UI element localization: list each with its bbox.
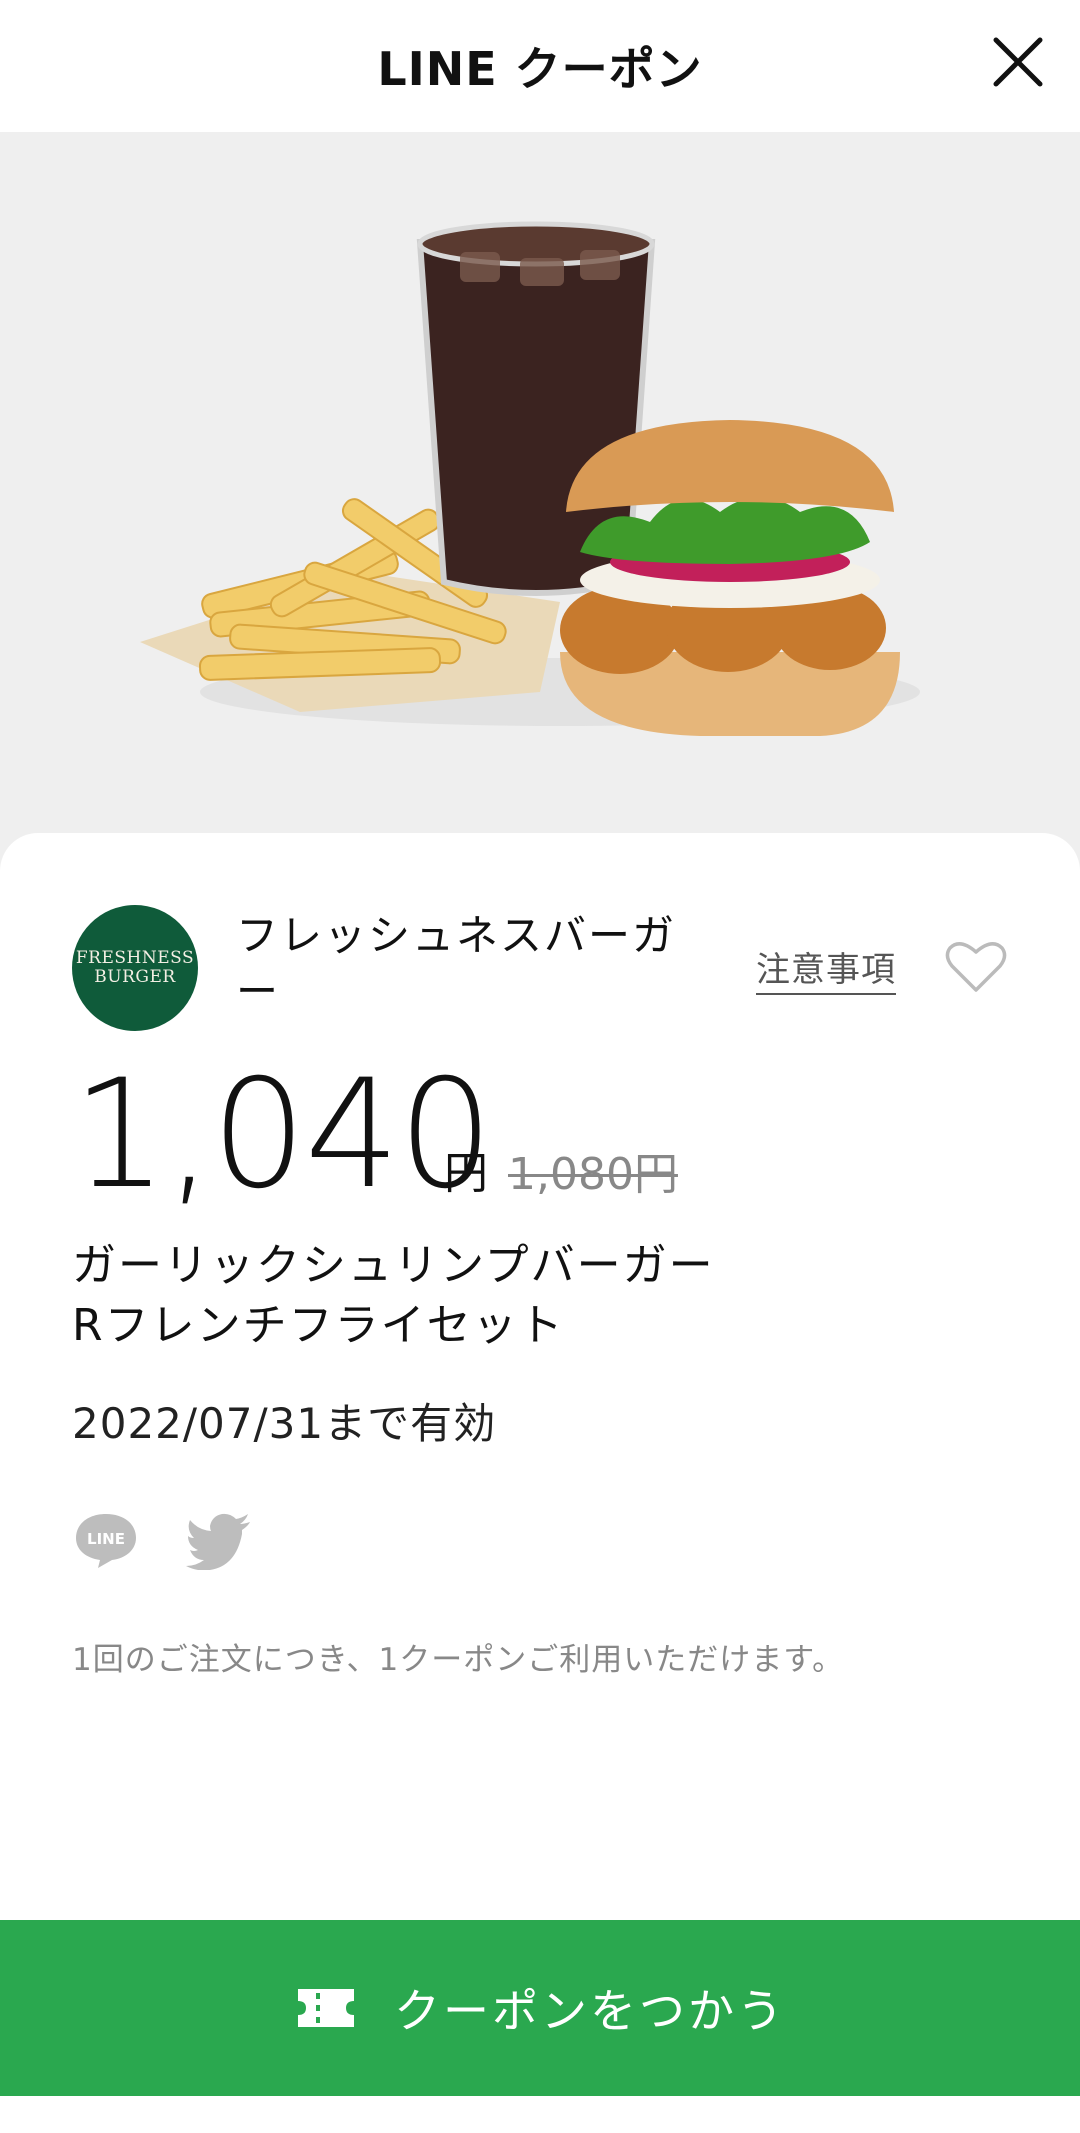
brand-name: フレッシュネスバーガー: [236, 911, 677, 1016]
brand-logo: FRESHNESS BURGER: [72, 905, 198, 1031]
usage-note: 1回のご注文につき、1クーポンご利用いただけます。: [72, 1642, 845, 1678]
valid-until: 2022/07/31まで有効: [72, 1399, 497, 1448]
product-name: ガーリックシュリンプバーガー Rフレンチフライセット: [72, 1236, 972, 1356]
use-coupon-button[interactable]: クーポンをつかう: [0, 1920, 1080, 2096]
line-icon[interactable]: LINE: [72, 1510, 140, 1570]
logo-line1: FRESHNESS: [75, 948, 195, 968]
product-name-line2: Rフレンチフライセット: [72, 1300, 565, 1351]
ticket-icon: [298, 1989, 354, 2027]
close-icon[interactable]: [982, 26, 1054, 98]
hero-image: [0, 132, 1080, 872]
svg-text:LINE: LINE: [87, 1530, 125, 1548]
notes-link[interactable]: 注意事項: [756, 942, 896, 991]
product-photo: [140, 221, 920, 736]
price: 1,040: [72, 1048, 493, 1222]
header: LINE クーポン: [0, 0, 1080, 132]
heart-icon[interactable]: [944, 936, 1008, 996]
logo-line2: BURGER: [94, 967, 176, 987]
price-row: 1,040 円 1,080円: [72, 1060, 972, 1210]
page-title: LINE クーポン: [377, 42, 703, 96]
cta-label: クーポンをつかう: [394, 1984, 786, 2038]
product-name-line1: ガーリックシュリンプバーガー: [72, 1240, 715, 1291]
currency: 円: [444, 1148, 488, 1199]
original-price: 1,080円: [508, 1149, 678, 1200]
twitter-icon[interactable]: [186, 1512, 254, 1570]
